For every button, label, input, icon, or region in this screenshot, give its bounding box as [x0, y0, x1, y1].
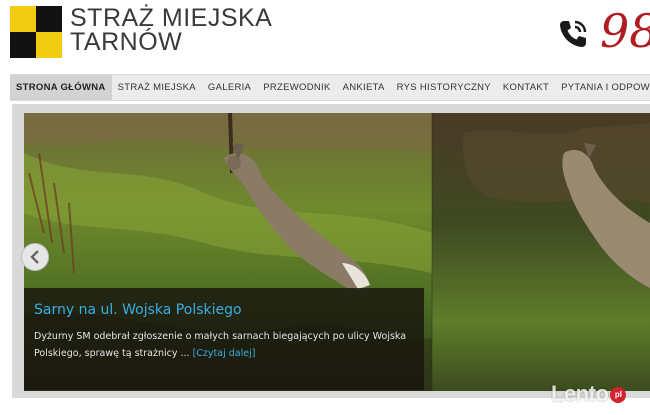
- nav-item-strona-glowna[interactable]: STRONA GŁÓWNA: [10, 75, 112, 100]
- lento-watermark: Lento pl: [551, 381, 627, 407]
- logo-square-yellow: [10, 6, 36, 32]
- chevron-left-icon: [30, 250, 39, 264]
- phone-number[interactable]: 98: [600, 6, 650, 56]
- nav-item-pytania-i-odpowiedzi[interactable]: PYTANIA I ODPOWIEDZI: [555, 75, 650, 100]
- site-title[interactable]: STRAŻ MIEJSKA TARNÓW: [70, 4, 273, 56]
- logo-square-black: [10, 32, 36, 58]
- nav-item-straz-miejska[interactable]: STRAŻ MIEJSKA: [112, 75, 202, 100]
- site-title-line2: TARNÓW: [70, 28, 183, 56]
- slide-caption: Sarny na ul. Wojska Polskiego Dyżurny SM…: [24, 288, 424, 390]
- site-header: STRAŻ MIEJSKA TARNÓW 98: [0, 0, 650, 72]
- nav-item-przewodnik[interactable]: PRZEWODNIK: [257, 75, 336, 100]
- read-more-link[interactable]: [Czytaj dalej]: [193, 348, 256, 359]
- slider-prev-button[interactable]: [21, 243, 49, 271]
- nav-item-rys-historyczny[interactable]: RYS HISTORYCZNY: [391, 75, 497, 100]
- logo-square-yellow: [36, 32, 62, 58]
- site-title-line1: STRAŻ MIEJSKA: [70, 4, 273, 32]
- site-logo[interactable]: [10, 6, 62, 58]
- nav-item-galeria[interactable]: GALERIA: [202, 75, 257, 100]
- watermark-text: Lento: [551, 381, 609, 406]
- watermark-badge: pl: [610, 387, 627, 404]
- nav-item-ankieta[interactable]: ANKIETA: [337, 75, 391, 100]
- phone-icon: [560, 20, 587, 47]
- logo-square-black: [36, 6, 62, 32]
- caption-title[interactable]: Sarny na ul. Wojska Polskiego: [34, 302, 242, 318]
- main-nav: STRONA GŁÓWNA STRAŻ MIEJSKA GALERIA PRZE…: [10, 74, 650, 101]
- caption-text: Dyżurny SM odebrał zgłoszenie o małych s…: [34, 328, 419, 362]
- nav-item-kontakt[interactable]: KONTAKT: [497, 75, 555, 100]
